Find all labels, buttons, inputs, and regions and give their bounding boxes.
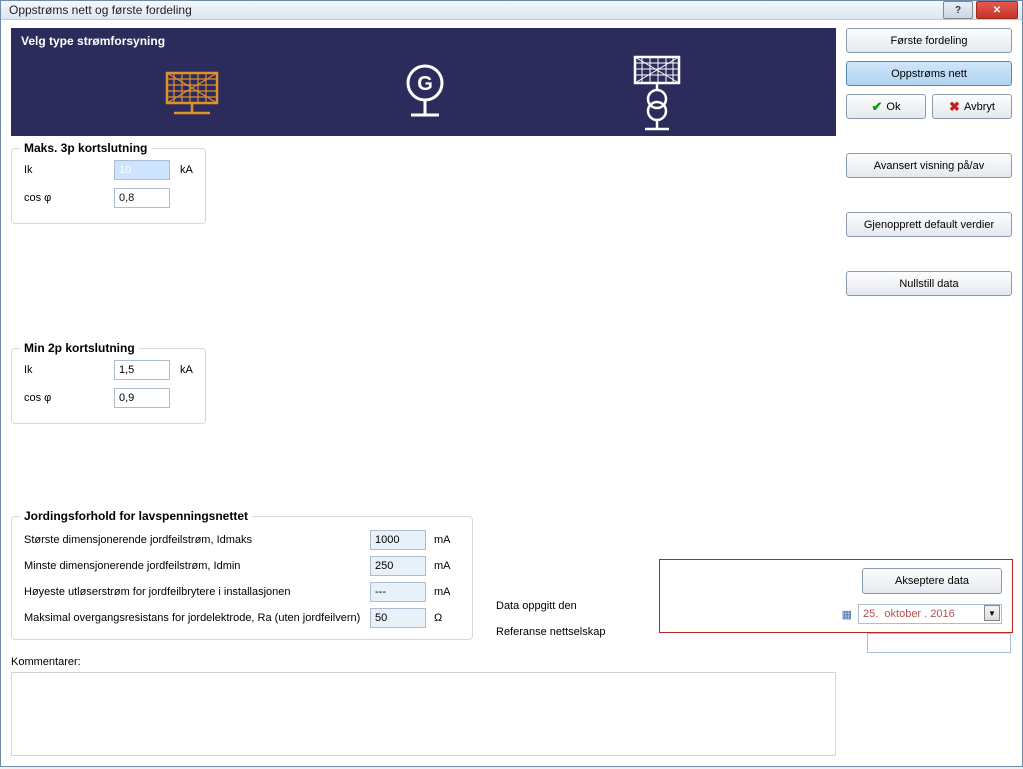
ik2-label: Ik (24, 364, 114, 376)
forste-fordeling-button[interactable]: Første fordeling (846, 28, 1012, 53)
kommentar-label: Kommentarer: (11, 656, 81, 668)
grounding-title: Jordingsforhold for lavspenningsnettet (20, 509, 252, 523)
date-input[interactable] (858, 604, 1002, 624)
ra-label: Maksimal overgangsresistans for jordelek… (24, 612, 370, 624)
idmin-input[interactable] (370, 556, 426, 576)
dialog-window: Oppstrøms nett og første fordeling ? ✕ V… (0, 0, 1023, 767)
date-picker[interactable]: ▦ ▼ (842, 604, 1002, 624)
titlebar-buttons: ? ✕ (943, 1, 1018, 19)
idmaks-unit: mA (434, 534, 460, 546)
idmin-unit: mA (434, 560, 460, 572)
date-dropdown-icon[interactable]: ▼ (984, 605, 1000, 621)
referanse-input-wrap (867, 633, 1013, 653)
min2p-ik-input[interactable] (114, 360, 170, 380)
check-icon: ✔ (872, 99, 883, 115)
avbryt-button[interactable]: ✖Avbryt (932, 94, 1012, 119)
main-column: Velg type strømforsyning (11, 28, 836, 759)
gjenopprett-button[interactable]: Gjenopprett default verdier (846, 212, 1012, 237)
max3p-ik-input[interactable] (114, 160, 170, 180)
min2p-cos-input[interactable] (114, 388, 170, 408)
cos2-label: cos φ (24, 392, 114, 404)
grounding-group: Jordingsforhold for lavspenningsnettet S… (11, 516, 473, 640)
titlebar-text: Oppstrøms nett og første fordeling (5, 3, 943, 17)
generator-supply-icon[interactable]: G (403, 63, 447, 127)
svg-text:G: G (418, 73, 434, 95)
max3p-cos-input[interactable] (114, 188, 170, 208)
ik-label: Ik (24, 164, 114, 176)
accept-highlight-area: Akseptere data ▦ ▼ (659, 559, 1013, 633)
comments-textarea[interactable] (11, 672, 836, 756)
ra-unit: Ω (434, 612, 460, 624)
avansert-button[interactable]: Avansert visning på/av (846, 153, 1012, 178)
min-2p-title: Min 2p kortslutning (20, 341, 139, 355)
oppstroms-nett-button[interactable]: Oppstrøms nett (846, 61, 1012, 86)
supply-type-selector: G (11, 54, 836, 136)
aksepter-data-button[interactable]: Akseptere data (862, 568, 1002, 594)
transformer-supply-icon[interactable] (629, 55, 685, 135)
idmaks-label: Største dimensjonerende jordfeilstrøm, I… (24, 534, 370, 546)
ik-unit: kA (180, 164, 193, 176)
utloser-unit: mA (434, 586, 460, 598)
close-button[interactable]: ✕ (976, 1, 1018, 19)
min-2p-group: Min 2p kortslutning Ik kA cos φ (11, 348, 206, 424)
utloser-input[interactable] (370, 582, 426, 602)
nullstill-button[interactable]: Nullstill data (846, 271, 1012, 296)
grid-supply-icon[interactable] (162, 67, 222, 123)
supply-type-header: Velg type strømforsyning (11, 28, 836, 54)
help-button[interactable]: ? (943, 1, 973, 19)
max-3p-group: Maks. 3p kortslutning Ik kA cos φ (11, 148, 206, 224)
idmin-label: Minste dimensjonerende jordfeilstrøm, Id… (24, 560, 370, 572)
ik2-unit: kA (180, 364, 193, 376)
max-3p-title: Maks. 3p kortslutning (20, 141, 151, 155)
ra-input[interactable] (370, 608, 426, 628)
utloser-label: Høyeste utløserstrøm for jordfeilbrytere… (24, 586, 370, 598)
dialog-content: Velg type strømforsyning (1, 20, 1022, 769)
cos-label: cos φ (24, 192, 114, 204)
idmaks-input[interactable] (370, 530, 426, 550)
titlebar: Oppstrøms nett og første fordeling ? ✕ (1, 1, 1022, 20)
calendar-icon: ▦ (842, 608, 852, 621)
referanse-input[interactable] (867, 633, 1011, 653)
ok-button[interactable]: ✔Ok (846, 94, 926, 119)
x-icon: ✖ (949, 99, 960, 115)
